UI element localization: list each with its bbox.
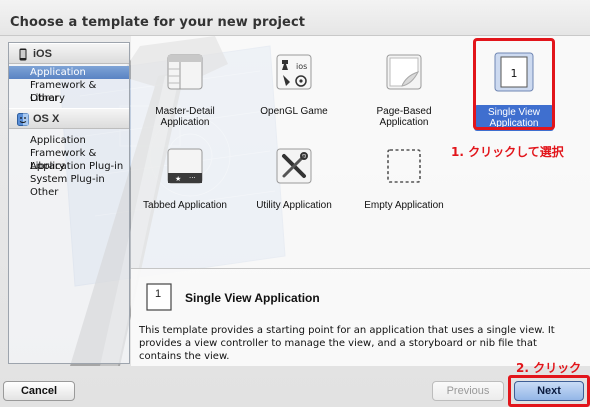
template-name: Empty Application xyxy=(364,200,444,211)
template-opengl-game[interactable]: ios OpenGL Game xyxy=(242,44,346,134)
sidebar-group-label: OS X xyxy=(33,113,60,125)
game-pieces-icon: ios xyxy=(276,54,312,90)
template-name: Tabbed Application xyxy=(143,200,227,211)
svg-text:★: ★ xyxy=(175,175,181,183)
detail-icon-number: 1 xyxy=(155,288,162,300)
template-tabbed[interactable]: ★ ··· Tabbed Application xyxy=(133,138,237,228)
template-empty[interactable]: Empty Application xyxy=(352,138,456,228)
sidebar-item-osx-application-plugin[interactable]: Application Plug-in xyxy=(9,160,129,173)
cancel-button[interactable]: Cancel xyxy=(3,381,75,401)
template-name: OpenGL Game xyxy=(260,106,328,117)
template-name: Master-Detail Application xyxy=(155,106,215,128)
template-master-detail[interactable]: Master-Detail Application xyxy=(133,44,237,134)
sidebar-group-osx[interactable]: OS X xyxy=(9,108,129,129)
next-button[interactable]: Next xyxy=(514,381,584,401)
sidebar-item-ios-other[interactable]: Other xyxy=(9,92,129,105)
master-detail-icon xyxy=(167,54,203,90)
mac-finder-icon xyxy=(17,113,29,126)
tools-icon xyxy=(276,148,312,184)
page-title: Choose a template for your new project xyxy=(10,15,306,30)
previous-button[interactable]: Previous xyxy=(432,381,504,401)
sidebar-item-osx-framework-library[interactable]: Framework & Library xyxy=(9,147,129,172)
sidebar-item-ios-application[interactable]: Application xyxy=(9,66,129,79)
sidebar-item-osx-system-plugin[interactable]: System Plug-in xyxy=(9,173,129,186)
svg-text:···: ··· xyxy=(189,174,196,182)
dialog-footer: 2. クリック Cancel Previous Next xyxy=(0,361,590,407)
dialog-header: Choose a template for your new project xyxy=(0,0,590,36)
new-project-dialog: Choose a template for your new project i… xyxy=(0,0,590,407)
template-grid: Master-Detail Application ios OpenGL Gam… xyxy=(131,36,590,268)
sidebar-item-osx-other[interactable]: Other xyxy=(9,186,129,199)
template-category-sidebar: iOS Application Framework & Library Othe… xyxy=(8,42,130,364)
sidebar-item-osx-application[interactable]: Application xyxy=(9,134,129,147)
iphone-icon xyxy=(19,48,27,61)
sidebar-group-label: iOS xyxy=(33,48,52,60)
template-panel: Master-Detail Application ios OpenGL Gam… xyxy=(131,36,590,366)
empty-dashed-icon xyxy=(387,149,421,183)
svg-text:ios: ios xyxy=(296,62,307,71)
sidebar-item-ios-framework-library[interactable]: Framework & Library xyxy=(9,79,129,104)
template-utility[interactable]: Utility Application xyxy=(242,138,346,228)
template-name: Page-Based Application xyxy=(376,106,432,128)
annotation-step2: 2. クリック xyxy=(516,361,582,375)
template-page-based[interactable]: Page-Based Application xyxy=(352,44,456,134)
template-detail-pane: 1 Single View Application This template … xyxy=(131,268,590,366)
selection-highlight-frame xyxy=(473,38,555,130)
annotation-step1: 1. クリックして選択 xyxy=(451,145,564,159)
page-curl-icon xyxy=(386,54,422,90)
tab-bar-icon: ★ ··· xyxy=(167,148,203,184)
detail-description: This template provides a starting point … xyxy=(139,325,555,362)
detail-title: Single View Application xyxy=(185,291,320,305)
sidebar-group-ios[interactable]: iOS xyxy=(9,43,129,64)
template-name: Utility Application xyxy=(256,200,332,211)
